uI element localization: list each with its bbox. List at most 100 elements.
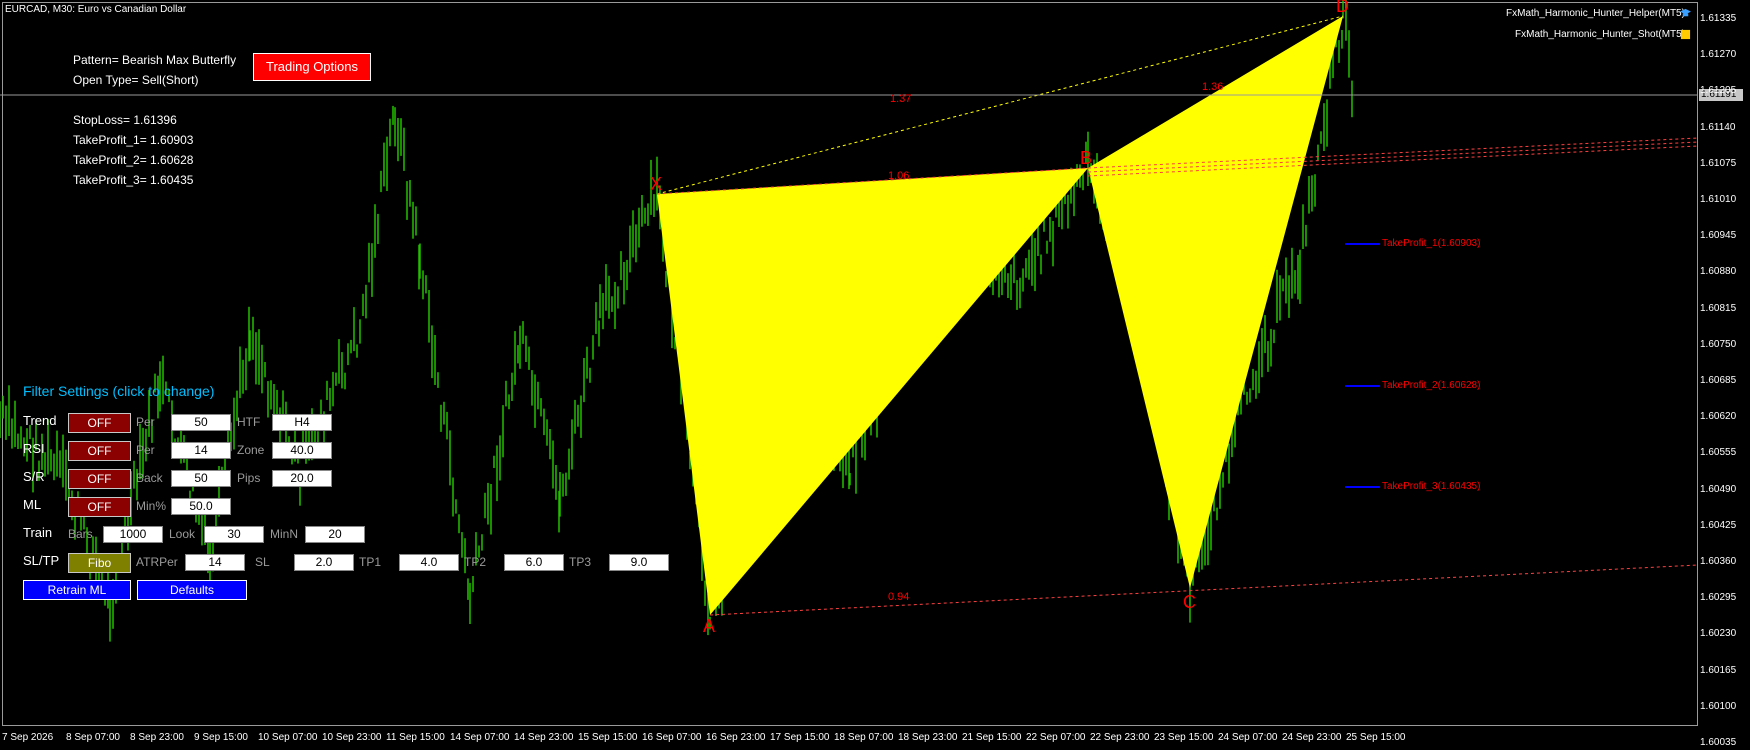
price-tick: 1.60815 — [1700, 302, 1737, 314]
time-tick: 10 Sep 07:00 — [258, 732, 318, 743]
time-tick: 15 Sep 15:00 — [578, 732, 638, 743]
tp3-label: TP3 — [569, 555, 592, 569]
time-tick: 16 Sep 23:00 — [706, 732, 766, 743]
indicator-shot-label[interactable]: FxMath_Harmonic_Hunter_Shot(MT5) — [1515, 29, 1685, 40]
price-chart[interactable] — [0, 0, 1698, 726]
train-minn-label: MinN — [270, 527, 299, 541]
yellow-square-icon — [1680, 29, 1691, 40]
price-tick: 1.61010 — [1700, 194, 1737, 205]
ratio-xb: 1.06 — [888, 170, 910, 182]
point-c-label: C — [1183, 592, 1196, 612]
point-x-label: X — [650, 174, 663, 194]
train-bars-field[interactable]: 1000 — [103, 526, 163, 543]
time-tick: 18 Sep 23:00 — [898, 732, 958, 743]
price-tick: 1.60620 — [1700, 411, 1737, 423]
tp2-label: TP2 — [464, 555, 487, 569]
rsi-per-field[interactable]: 14 — [171, 442, 231, 459]
sr-back-label: Back — [136, 471, 163, 485]
time-tick: 9 Sep 15:00 — [194, 732, 248, 743]
price-tick: 1.60555 — [1700, 447, 1737, 459]
sr-label: S/R — [23, 469, 45, 484]
sltp-mode-toggle[interactable]: Fibo — [68, 553, 131, 573]
indicator-helper-label[interactable]: FxMath_Harmonic_Hunter_Helper(MT5) — [1506, 8, 1685, 19]
time-tick: 25 Sep 15:00 — [1346, 732, 1406, 743]
price-tick: 1.61140 — [1700, 121, 1736, 133]
time-tick: 10 Sep 23:00 — [322, 732, 382, 743]
price-tick: 1.61205 — [1700, 85, 1737, 97]
price-tick: 1.60165 — [1700, 664, 1737, 676]
train-minn-field[interactable]: 20 — [305, 526, 365, 543]
trading-options-button[interactable]: Trading Options — [253, 53, 371, 81]
ml-toggle[interactable]: OFF — [68, 497, 131, 517]
graduation-cap-icon — [1680, 8, 1691, 17]
price-axis[interactable] — [1698, 2, 1750, 726]
train-label: Train — [23, 525, 53, 540]
pattern-text: Pattern= Bearish Max Butterfly — [73, 53, 237, 67]
sr-pips-field[interactable]: 20.0 — [272, 470, 332, 487]
trend-per-field[interactable]: 50 — [171, 414, 231, 431]
sr-toggle[interactable]: OFF — [68, 469, 131, 489]
sl-field[interactable]: 2.0 — [294, 554, 354, 571]
time-tick: 8 Sep 07:00 — [66, 732, 120, 743]
price-tick: 1.60035 — [1700, 737, 1737, 748]
tp1-chart-label: TakeProfit_1(1.60903) — [1382, 238, 1481, 249]
time-tick: 24 Sep 23:00 — [1282, 732, 1342, 743]
time-tick: 16 Sep 07:00 — [642, 732, 702, 743]
price-tick: 1.61075 — [1700, 157, 1737, 169]
point-b-label: B — [1080, 148, 1093, 168]
tp2-chart-label: TakeProfit_2(1.60628) — [1382, 380, 1481, 391]
train-look-label: Look — [169, 527, 196, 541]
price-tick: 1.60425 — [1700, 519, 1737, 531]
trend-htf-label: HTF — [237, 415, 261, 429]
retrain-ml-button[interactable]: Retrain ML — [23, 580, 131, 600]
sr-back-field[interactable]: 50 — [171, 470, 231, 487]
time-tick: 14 Sep 07:00 — [450, 732, 510, 743]
ml-min-field[interactable]: 50.0 — [171, 498, 231, 515]
takeprofit2-text: TakeProfit_2= 1.60628 — [73, 153, 194, 167]
time-tick: 24 Sep 07:00 — [1218, 732, 1278, 743]
defaults-button[interactable]: Defaults — [137, 580, 247, 600]
trend-htf-field[interactable]: H4 — [272, 414, 332, 431]
trend-per-label: Per — [136, 415, 155, 429]
filter-settings-title[interactable]: Filter Settings (click to change) — [23, 383, 214, 399]
tp1-field[interactable]: 4.0 — [399, 554, 459, 571]
tp1-label: TP1 — [359, 555, 382, 569]
trend-toggle[interactable]: OFF — [68, 413, 131, 433]
tp3-field[interactable]: 9.0 — [609, 554, 669, 571]
ratio-bd: 1.36 — [1202, 81, 1224, 93]
time-tick: 18 Sep 07:00 — [834, 732, 894, 743]
rsi-zone-field[interactable]: 40.0 — [272, 442, 332, 459]
window-title: EURCAD, M30: Euro vs Canadian Dollar — [5, 4, 187, 15]
tp2-field[interactable]: 6.0 — [504, 554, 564, 571]
price-tick: 1.60945 — [1700, 230, 1737, 242]
sl-label: SL — [255, 555, 270, 569]
rsi-per-label: Per — [136, 443, 155, 457]
atr-per-field[interactable]: 14 — [185, 554, 245, 571]
price-tick: 1.60880 — [1700, 266, 1737, 278]
price-tick: 1.60685 — [1700, 375, 1737, 386]
time-tick: 21 Sep 15:00 — [962, 732, 1022, 743]
time-tick: 17 Sep 15:00 — [770, 732, 830, 743]
ml-min-label: Min% — [136, 499, 167, 513]
time-tick: 14 Sep 23:00 — [514, 732, 574, 743]
ratio-ac: 0.94 — [888, 591, 910, 603]
price-tick: 1.60100 — [1700, 700, 1737, 712]
time-tick: 11 Sep 15:00 — [386, 732, 445, 743]
price-tick: 1.60360 — [1700, 556, 1737, 567]
train-bars-label: Bars — [68, 527, 93, 541]
sr-pips-label: Pips — [237, 471, 261, 485]
ratio-xd: 1.37 — [890, 93, 912, 105]
time-tick: 7 Sep 2026 — [2, 732, 54, 743]
price-tick: 1.60230 — [1700, 628, 1737, 640]
takeprofit1-text: TakeProfit_1= 1.60903 — [73, 133, 194, 147]
price-tick: 1.61270 — [1700, 49, 1737, 61]
takeprofit3-text: TakeProfit_3= 1.60435 — [73, 173, 194, 187]
point-d-label: D — [1336, 0, 1349, 16]
atr-per-label: ATRPer — [136, 555, 178, 569]
time-tick: 22 Sep 07:00 — [1026, 732, 1086, 743]
price-tick: 1.60750 — [1700, 338, 1737, 350]
sltp-label: SL/TP — [23, 553, 60, 568]
pattern-bcd-triangle — [1088, 16, 1343, 588]
rsi-toggle[interactable]: OFF — [68, 441, 131, 461]
train-look-field[interactable]: 30 — [204, 526, 264, 543]
